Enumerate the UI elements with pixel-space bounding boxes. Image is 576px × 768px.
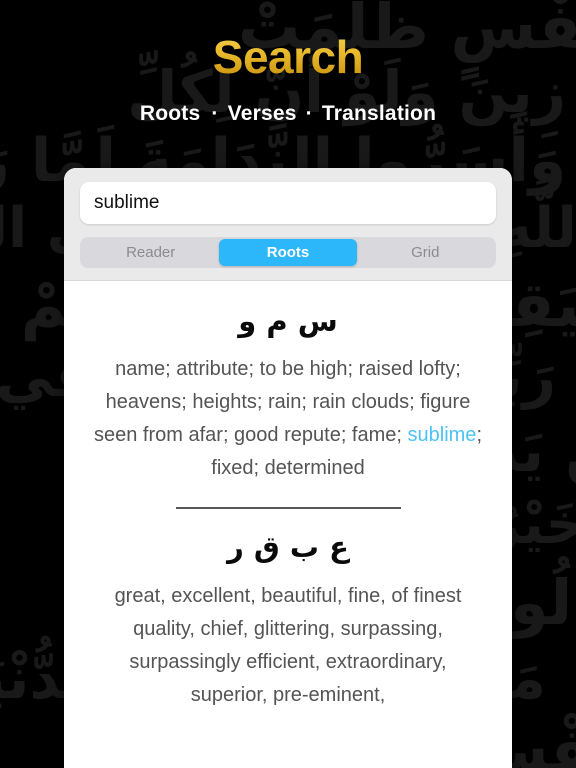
background-calligraphy-line: زِينَ وَلَوْ أَنَّ لِكُلِّ: [127, 58, 566, 126]
root-gloss: great, excellent, beautiful, fine, of fi…: [86, 580, 490, 712]
background-calligraphy-line: نَفْسٍ ظَلَمَتْ: [237, 0, 576, 63]
search-input[interactable]: [80, 182, 496, 224]
entry-divider: [175, 507, 401, 510]
gloss-highlight-term: sublime: [407, 424, 477, 447]
root-entry[interactable]: ع ب ق ر great, excellent, beautiful, fin…: [86, 529, 490, 711]
root-entry[interactable]: س م و name; attribute; to be high; raise…: [86, 303, 490, 485]
segment-roots[interactable]: Roots: [219, 239, 357, 266]
root-letters: س م و: [238, 304, 338, 338]
search-card: Reader Roots Grid س م و name; attribute;…: [64, 168, 512, 768]
segment-grid[interactable]: Grid: [357, 239, 494, 266]
view-mode-segmented-control[interactable]: Reader Roots Grid: [80, 237, 496, 268]
search-card-header: Reader Roots Grid: [64, 168, 512, 281]
search-results-list: س م و name; attribute; to be high; raise…: [64, 281, 512, 768]
gloss-text-before: great, excellent, beautiful, fine, of fi…: [114, 584, 462, 706]
root-gloss: name; attribute; to be high; raised loft…: [86, 353, 490, 485]
root-letters: ع ب ق ر: [227, 530, 349, 565]
segment-reader[interactable]: Reader: [82, 239, 219, 266]
app-screen: نَفْسٍ ظَلَمَتْ زِينَ وَلَوْ أَنَّ لِكُلِ…: [0, 0, 576, 768]
